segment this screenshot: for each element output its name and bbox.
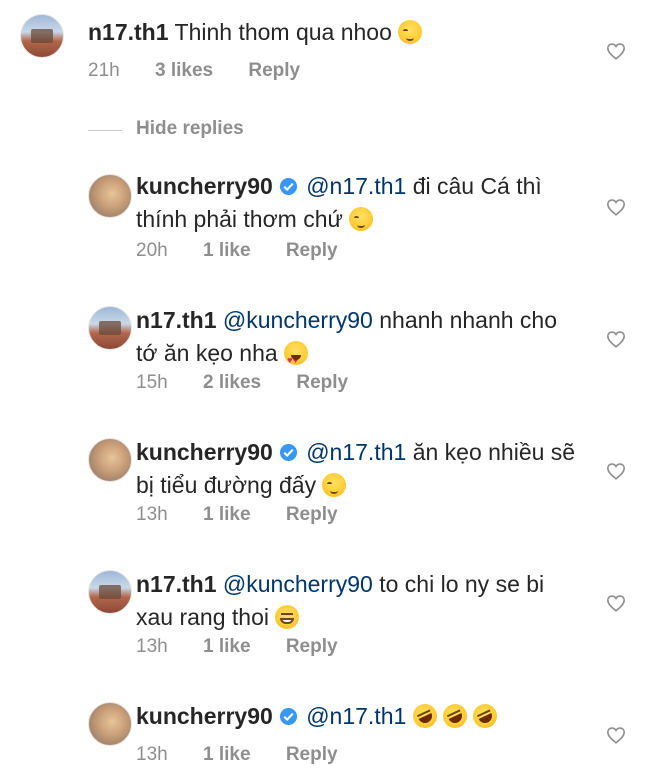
comment-meta: 20h 1 like Reply	[136, 240, 368, 262]
comment-meta: 21h 3 likes Reply	[88, 60, 330, 82]
rolling-on-floor-laughing-face-icon	[408, 700, 441, 732]
comment-meta: 15h 2 likes Reply	[136, 372, 378, 394]
timestamp: 20h	[136, 240, 168, 261]
comment-body: n17.th1 @kuncherry90 to chi lo ny se bi …	[136, 568, 576, 634]
relieved-face-icon	[398, 20, 423, 44]
verified-badge-icon	[279, 443, 297, 462]
comment-body: n17.th1 @kuncherry90 nhanh nhanh cho tớ …	[136, 304, 576, 377]
avatar[interactable]	[88, 174, 132, 218]
avatar[interactable]	[88, 306, 132, 350]
hide-replies-label[interactable]: Hide replies	[136, 118, 244, 140]
comment-text-line2: tớ ăn kẹo nha	[136, 340, 278, 366]
rolling-on-floor-laughing-face-icon	[469, 700, 502, 732]
relieved-face-icon	[349, 207, 374, 231]
rolling-on-floor-laughing-face-icon	[439, 700, 472, 732]
reply-button[interactable]: Reply	[296, 372, 348, 393]
likes-count[interactable]: 1 like	[203, 744, 251, 765]
heart-icon[interactable]	[606, 198, 626, 216]
timestamp: 13h	[136, 636, 168, 657]
likes-count[interactable]: 1 like	[203, 636, 251, 657]
comment-body: n17.th1 Thinh thom qua nhoo	[88, 16, 423, 49]
mention-link[interactable]: @kuncherry90	[223, 307, 373, 333]
mention-link[interactable]: @n17.th1	[306, 439, 406, 465]
heart-eyes-face-icon	[284, 341, 309, 377]
avatar[interactable]	[88, 570, 132, 614]
comment-text-line1: to chi lo ny se bi	[379, 571, 545, 597]
relieved-face-icon	[322, 473, 347, 497]
avatar[interactable]	[20, 14, 64, 58]
likes-count[interactable]: 1 like	[203, 240, 251, 261]
mention-link[interactable]: @n17.th1	[306, 173, 406, 199]
comment-body: kuncherry90 @n17.th1	[136, 700, 576, 733]
username[interactable]: kuncherry90	[136, 439, 273, 465]
heart-icon[interactable]	[606, 42, 626, 60]
reply-button[interactable]: Reply	[286, 504, 338, 525]
comment-meta: 13h 1 like Reply	[136, 504, 368, 526]
verified-badge-icon	[279, 177, 297, 196]
grinning-face-icon	[275, 605, 300, 629]
comment-text: Thinh thom qua nhoo	[174, 19, 392, 45]
username[interactable]: n17.th1	[136, 571, 217, 597]
timestamp: 21h	[88, 60, 120, 81]
avatar[interactable]	[88, 702, 132, 746]
likes-count[interactable]: 1 like	[203, 504, 251, 525]
username[interactable]: n17.th1	[88, 19, 169, 45]
timestamp: 13h	[136, 504, 168, 525]
likes-count[interactable]: 3 likes	[155, 60, 213, 81]
timestamp: 15h	[136, 372, 168, 393]
comment-body: kuncherry90 @n17.th1 ăn kẹo nhiều sẽ bị …	[136, 436, 576, 502]
username[interactable]: n17.th1	[136, 307, 217, 333]
reply-button[interactable]: Reply	[286, 240, 338, 261]
mention-link[interactable]: @n17.th1	[306, 703, 406, 729]
avatar[interactable]	[88, 438, 132, 482]
reply-button[interactable]: Reply	[248, 60, 300, 81]
verified-badge-icon	[279, 707, 297, 726]
comment-body: kuncherry90 @n17.th1 đi câu Cá thì thính…	[136, 170, 576, 236]
heart-icon[interactable]	[606, 594, 626, 612]
comment-meta: 13h 1 like Reply	[136, 636, 368, 658]
comment-text-line1: nhanh nhanh cho	[379, 307, 558, 333]
heart-icon[interactable]	[606, 462, 626, 480]
comment-text-line2: thính phải thơm chứ	[136, 206, 343, 232]
reply-button[interactable]: Reply	[286, 744, 338, 765]
comment-text-line2: bị tiểu đường đấy	[136, 472, 317, 498]
heart-icon[interactable]	[606, 330, 626, 348]
reply-button[interactable]: Reply	[286, 636, 338, 657]
likes-count[interactable]: 2 likes	[203, 372, 261, 393]
timestamp: 13h	[136, 744, 168, 765]
comment-text-line2: xau rang thoi	[136, 604, 269, 630]
mention-link[interactable]: @kuncherry90	[223, 571, 373, 597]
comment-meta: 13h 1 like Reply	[136, 744, 368, 766]
comment-text-line1: ăn kẹo nhiều sẽ	[412, 439, 576, 465]
username[interactable]: kuncherry90	[136, 173, 273, 199]
heart-icon[interactable]	[606, 726, 626, 744]
username[interactable]: kuncherry90	[136, 703, 273, 729]
divider-line	[88, 130, 122, 131]
comment-text-line1: đi câu Cá thì	[412, 173, 542, 199]
